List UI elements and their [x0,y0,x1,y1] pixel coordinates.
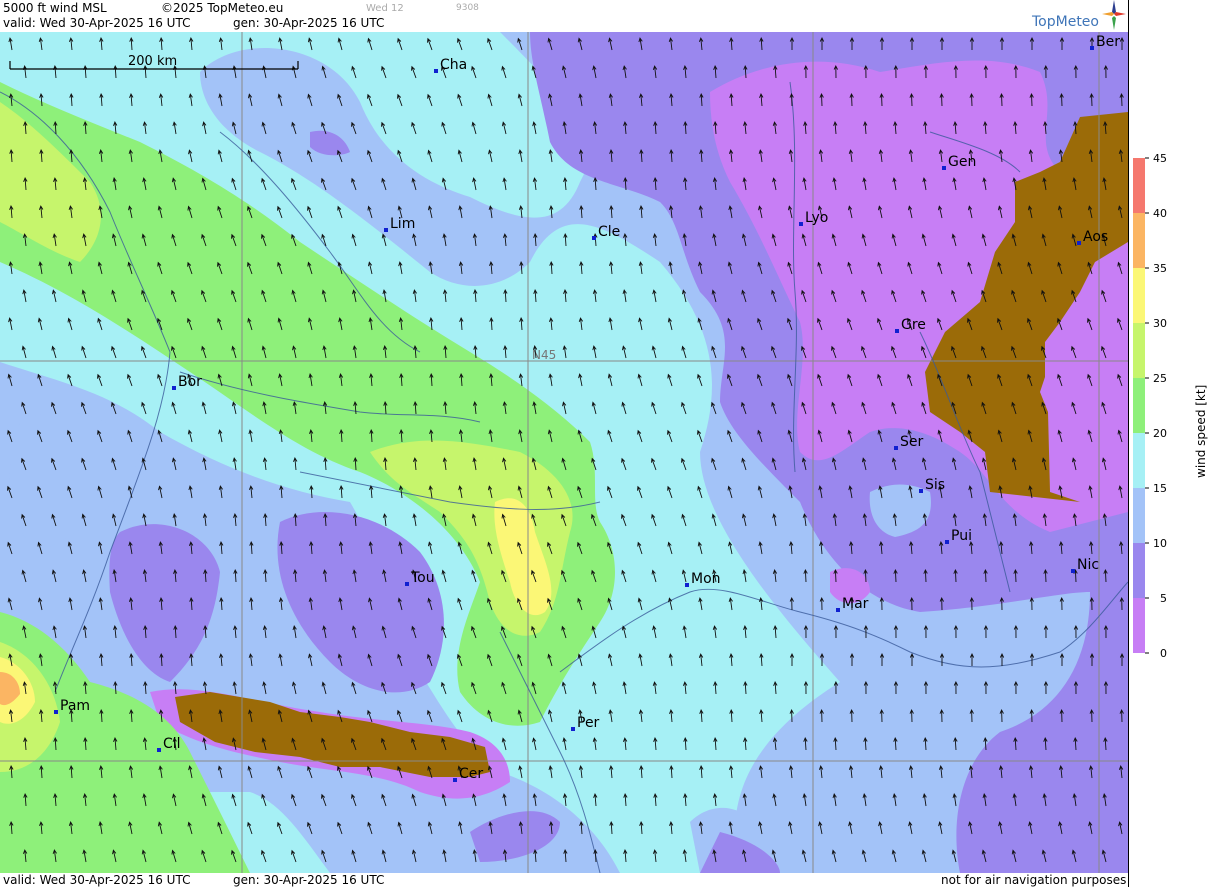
compass-star-icon [1102,0,1126,30]
legend-panel: 45 40 35 30 25 20 15 10 5 0 wind speed [kt] [1128,0,1219,887]
city-marker-ber [1090,46,1094,50]
city-marker-per [571,727,575,731]
city-marker-gre [895,329,899,333]
city-marker-aos [1077,241,1081,245]
city-marker-cle [592,236,596,240]
city-marker-lyo [799,222,803,226]
city-marker-sis [919,489,923,493]
colorbar-band-20-25 [1133,378,1145,433]
city-marker-pam [54,710,58,714]
colorbar-band-25-30 [1133,323,1145,378]
colorbar-tick-label: 5 [1160,592,1167,605]
scale-label: 200 km [128,54,177,69]
footer-generated-time: gen: 30-Apr-2025 16 UTC [233,873,385,887]
colorbar-tick-label: 30 [1153,317,1167,330]
city-label-lim: Lim [390,216,415,232]
city-label-per: Per [577,715,600,731]
city-label-cer: Cer [459,766,483,782]
colorbar-band-0-5 [1133,598,1145,653]
colorbar-tick-label: 35 [1153,262,1167,275]
city-marker-bor [172,386,176,390]
colorbar-tick-label: 10 [1153,537,1167,550]
city-marker-cil [157,748,161,752]
city-label-pui: Pui [951,528,972,544]
city-label-mar: Mar [842,596,869,612]
city-marker-mar [836,608,840,612]
colorbar-tick-label: 15 [1153,482,1167,495]
city-marker-cha [434,69,438,73]
topmeteo-logo: TopMeteo [1032,14,1099,30]
generated-time: gen: 30-Apr-2025 16 UTC [233,16,385,30]
disclaimer: not for air navigation purposes [941,873,1127,887]
colorbar-tick-label: 0 [1160,647,1167,660]
city-marker-mon [685,583,689,587]
city-marker-gen [942,166,946,170]
colorbar-tick-label: 40 [1153,207,1167,220]
city-label-tou: Tou [410,570,435,586]
city-marker-nic [1071,569,1075,573]
city-label-cil: Cil [163,736,181,752]
product-title: 5000 ft wind MSL [3,1,107,15]
city-label-sis: Sis [925,477,945,493]
colorbar-band-15-20 [1133,433,1145,488]
colorbar-band-5-10 [1133,543,1145,598]
city-label-cha: Cha [440,57,467,73]
city-marker-ser [894,446,898,450]
city-label-gre: Gre [901,317,926,333]
city-marker-lim [384,228,388,232]
header: 5000 ft wind MSL ©2025 TopMeteo.eu Wed 1… [0,0,1128,32]
city-marker-cer [453,778,457,782]
colorbar-band-10-15 [1133,488,1145,543]
city-label-bor: Bor [178,374,202,390]
colorbar-band-30-35 [1133,268,1145,323]
city-label-ser: Ser [900,434,924,450]
faded-code: 9308 [456,3,479,13]
colorbar-band-35-40 [1133,213,1145,268]
wind-map[interactable]: N45 200 km Cha Ber Gen Lim Cle Lyo Aos Gre Bor Se… [0,32,1139,874]
city-label-gen: Gen [948,154,976,170]
colorbar: 45 40 35 30 25 20 15 10 5 0 [1133,152,1167,660]
city-label-nic: Nic [1077,557,1099,573]
legend-title: wind speed [kt] [1194,385,1208,478]
footer: valid: Wed 30-Apr-2025 16 UTC gen: 30-Ap… [0,873,1128,887]
city-marker-pui [945,540,949,544]
city-label-pam: Pam [60,698,90,714]
colorbar-band-40-45 [1133,158,1145,213]
copyright: ©2025 TopMeteo.eu [161,1,284,15]
city-label-aos: Aos [1083,229,1108,245]
valid-time: valid: Wed 30-Apr-2025 16 UTC [3,16,191,30]
city-label-ber: Ber [1096,34,1120,50]
colorbar-tick-label: 20 [1153,427,1167,440]
faded-day: Wed 12 [366,3,404,14]
city-label-lyo: Lyo [805,210,828,226]
colorbar-tick-label: 45 [1153,152,1167,165]
city-marker-tou [405,582,409,586]
city-label-cle: Cle [598,224,620,240]
colorbar-tick-label: 25 [1153,372,1167,385]
city-label-mon: Mon [691,571,721,587]
footer-valid-time: valid: Wed 30-Apr-2025 16 UTC [3,873,191,887]
